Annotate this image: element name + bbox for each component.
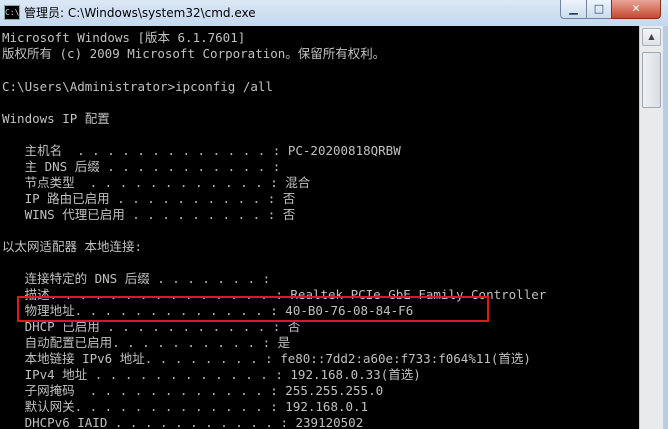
scroll-up-arrow-icon[interactable]: ▲ [642,28,661,46]
console-line: Microsoft Windows [版本 6.1.7601] [2,30,246,45]
console-line: Windows IP 配置 [2,111,110,126]
console-line: 自动配置已启用. . . . . . . . . . : 是 [2,335,291,350]
console-line: 以太网适配器 本地连接: [2,239,143,254]
console-line: C:\Users\Administrator>ipconfig /all [2,79,273,94]
console-line: 子网掩码 . . . . . . . . . . . . : 255.255.2… [2,383,384,398]
mac-address-highlight-box [17,296,489,322]
title-bar[interactable]: C:\ 管理员: C:\Windows\system32\cmd.exe ▁ □… [0,0,668,27]
console-line: 默认网关. . . . . . . . . . . . . : 192.168.… [2,399,369,414]
console-line: DHCPv6 IAID . . . . . . . . . . . : 2391… [2,415,364,429]
close-button[interactable]: ✕ [611,0,661,19]
console-line: IP 路由已启用 . . . . . . . . . . : 否 [2,191,296,206]
maximize-button[interactable]: □ [586,0,612,19]
console-line: 版权所有 (c) 2009 Microsoft Corporation。保留所有… [2,46,386,61]
vertical-scrollbar[interactable]: ▲ [639,26,664,429]
console-line: 本地链接 IPv6 地址. . . . . . . . : fe80::7dd2… [2,351,531,366]
console-line: 主机名 . . . . . . . . . . . . . : PC-20200… [2,143,401,158]
console-line: 连接特定的 DNS 后缀 . . . . . . . : [2,271,271,286]
console-line: IPv4 地址 . . . . . . . . . . . . : 192.16… [2,367,421,382]
window-frame-edge [663,26,668,429]
scrollbar-thumb[interactable] [642,52,661,108]
minimize-button[interactable]: ▁ [560,0,587,19]
console-output[interactable]: Microsoft Windows [版本 6.1.7601] 版权所有 (c)… [0,26,639,429]
cmd-window: C:\ 管理员: C:\Windows\system32\cmd.exe ▁ □… [0,0,668,429]
console-line: 主 DNS 后缀 . . . . . . . . . . . : [2,159,281,174]
console-line: 节点类型 . . . . . . . . . . . . : 混合 [2,175,311,190]
window-title: 管理员: C:\Windows\system32\cmd.exe [24,6,256,20]
console-line: WINS 代理已启用 . . . . . . . . . : 否 [2,207,296,222]
cmd-app-icon[interactable]: C:\ [4,5,20,20]
